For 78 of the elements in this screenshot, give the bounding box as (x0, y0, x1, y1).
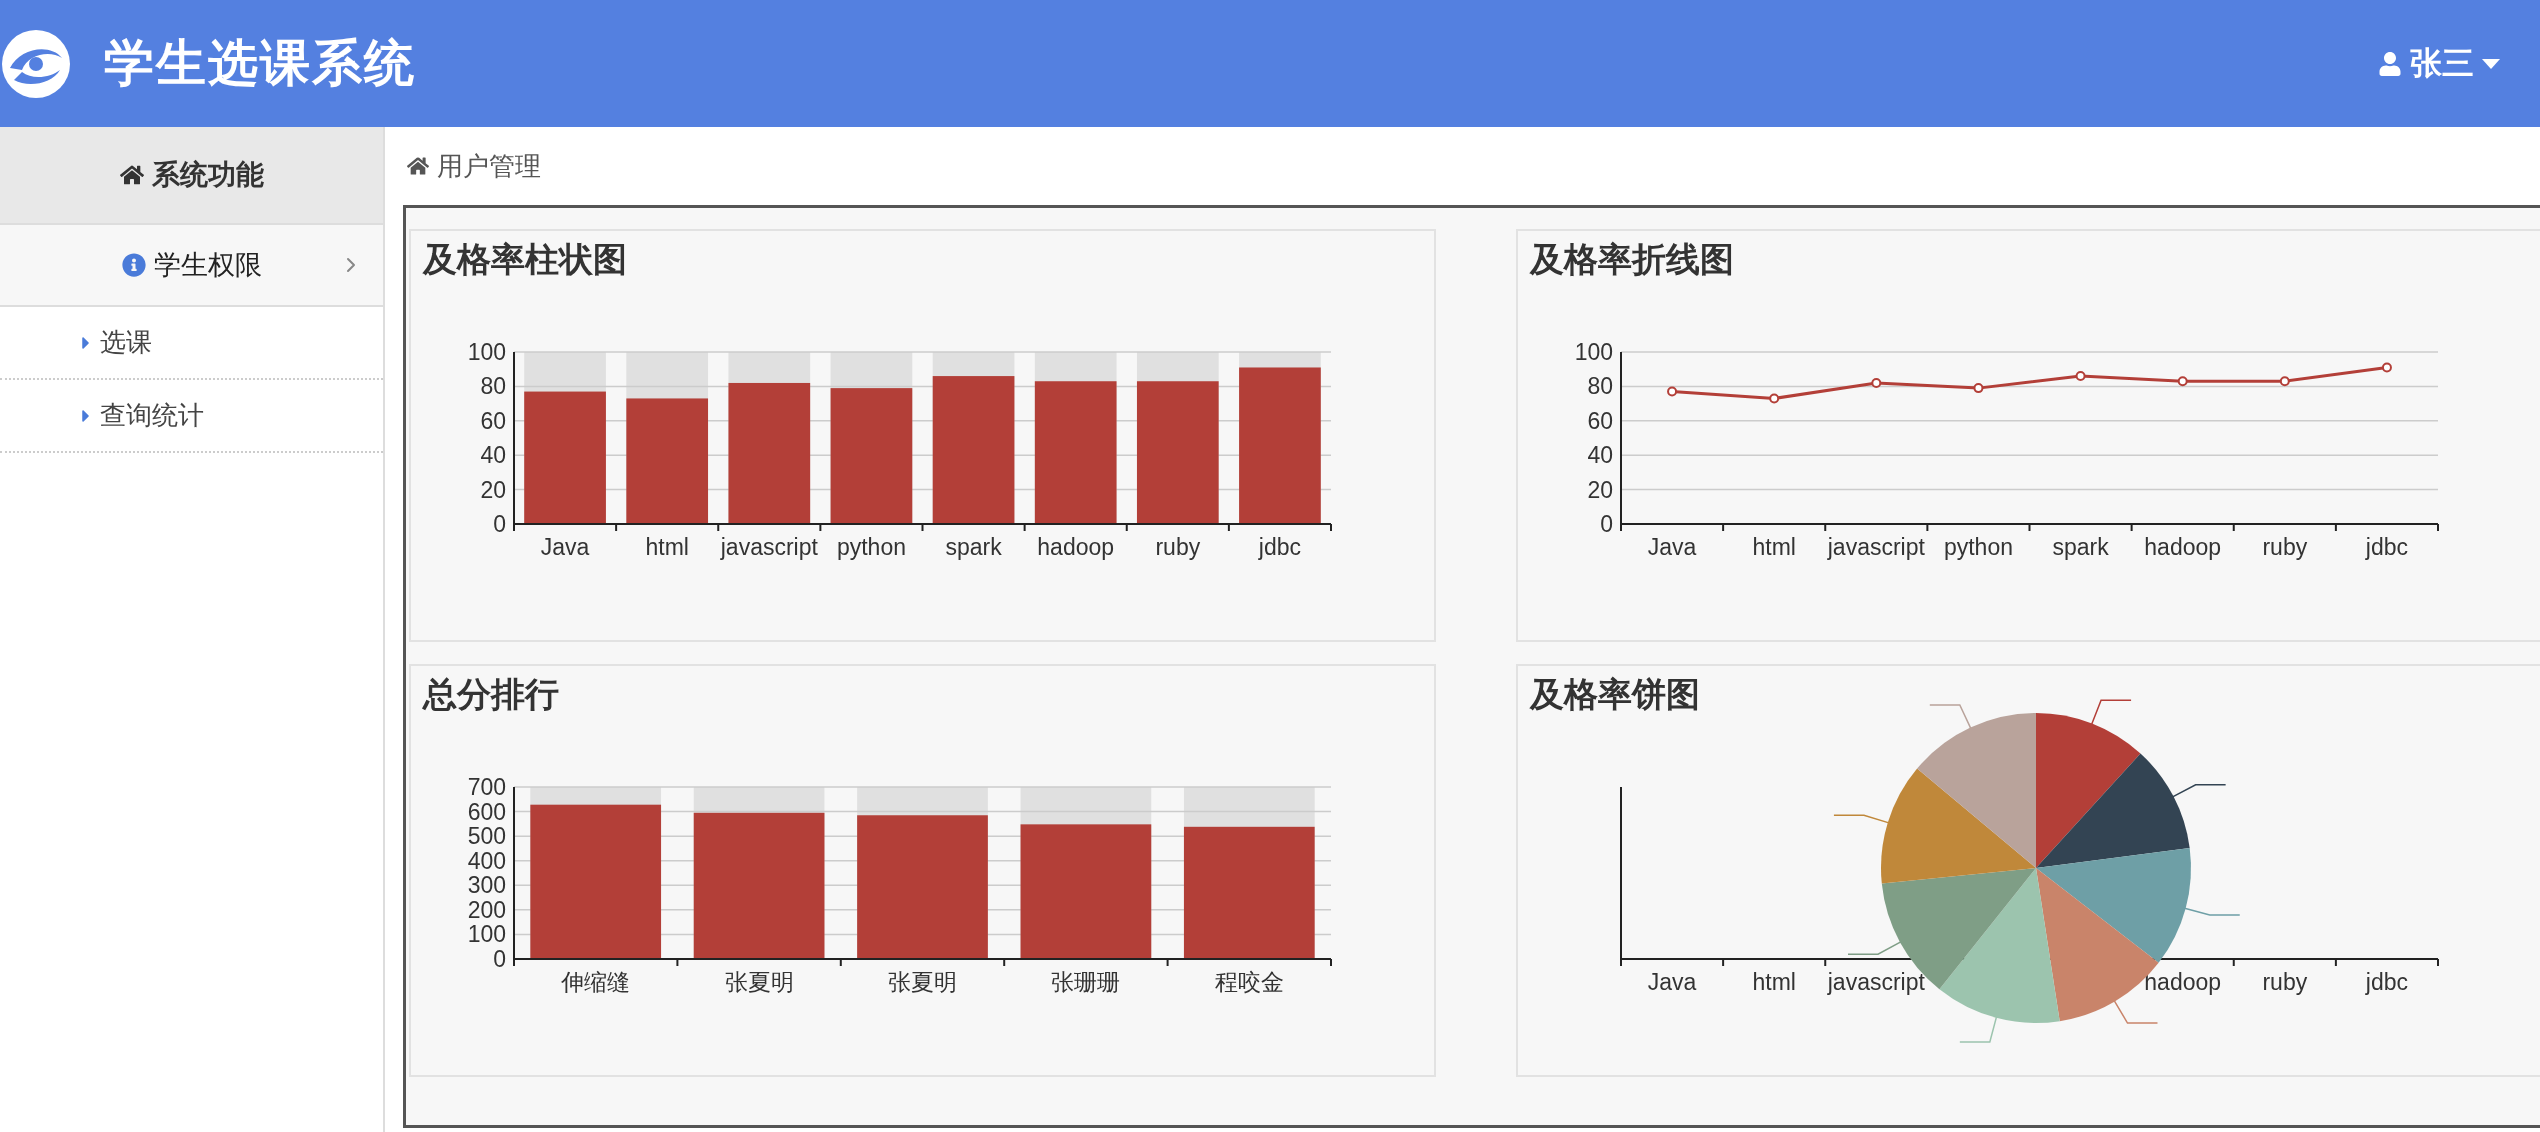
x-tick-label: hadoop (2144, 969, 2222, 995)
x-tick-label: hadoop (1037, 534, 1115, 560)
x-tick-label: 张夏明 (888, 969, 957, 995)
x-tick-label: javascript (720, 534, 818, 560)
x-tick-label: jdbc (2365, 969, 2409, 995)
leader-line (2170, 784, 2227, 799)
y-tick-label: 300 (467, 872, 506, 899)
y-tick-label: 0 (1600, 511, 1613, 537)
data-point (2381, 362, 2392, 373)
x-tick-label: html (645, 534, 689, 560)
data-point (1871, 377, 1882, 388)
y-tick-label: 40 (1587, 442, 1613, 469)
home-icon (119, 163, 144, 187)
x-tick-label: 张珊珊 (1051, 969, 1121, 995)
x-tick-label: 伸缩缝 (561, 969, 631, 995)
y-tick-label: 700 (467, 774, 506, 800)
x-tick-label: javascript (1827, 534, 1925, 560)
user-menu[interactable]: 张三 (2378, 41, 2500, 86)
x-tick-label: hadoop (2144, 534, 2222, 560)
leader-line (1959, 1015, 1998, 1043)
y-tick-label: 20 (480, 476, 506, 503)
caret-icon (2482, 58, 2500, 69)
y-tick-label: 60 (480, 407, 506, 434)
x-tick-label: Java (1647, 534, 1697, 560)
data-point (2279, 376, 2290, 387)
data-point (1973, 383, 1984, 394)
info-icon (121, 253, 146, 277)
sidebar-item[interactable]: 选课 (0, 307, 383, 380)
y-tick-label: 20 (1587, 476, 1613, 503)
data-point (1769, 393, 1780, 404)
leader-line (2113, 999, 2159, 1024)
x-tick-label: 张夏明 (724, 969, 794, 995)
y-tick-label: 500 (467, 823, 506, 850)
chart-title: 及格率柱状图 (421, 239, 627, 280)
sidebar-item[interactable]: 查询统计 (0, 380, 383, 453)
x-tick-label: python (836, 534, 906, 560)
data-point (1667, 386, 1678, 397)
y-tick-label: 60 (1587, 407, 1613, 434)
x-tick-label: jdbc (1258, 534, 1302, 560)
x-tick-label: python (1943, 534, 2013, 560)
data-point (2075, 371, 2086, 382)
y-tick-label: 0 (493, 511, 506, 537)
y-tick-label: 400 (467, 847, 506, 874)
x-tick-label: html (1752, 969, 1796, 995)
leader-line (1929, 704, 1972, 731)
sidebar-section[interactable]: 学生权限 (0, 225, 383, 307)
x-tick-label: 程咬金 (1214, 969, 1284, 995)
y-tick-label: 80 (1587, 373, 1613, 400)
y-tick-label: 100 (467, 339, 506, 365)
x-tick-label: html (1752, 534, 1796, 560)
x-tick-label: jdbc (2365, 534, 2409, 560)
breadcrumb: 用户管理 (437, 149, 541, 183)
x-tick-label: ruby (2262, 969, 2308, 995)
chart-title: 及格率饼图 (1528, 674, 1700, 715)
app-title: 学生选课系统 (104, 34, 416, 93)
y-tick-label: 200 (467, 896, 506, 923)
x-tick-label: ruby (1155, 534, 1201, 560)
y-tick-label: 600 (467, 798, 506, 825)
y-tick-label: 100 (1574, 339, 1613, 365)
chart-title: 及格率折线图 (1528, 239, 1734, 280)
x-tick-label: Java (1647, 969, 1697, 995)
x-tick-label: spark (945, 534, 1002, 560)
leader-line (1833, 814, 1891, 824)
x-tick-label: spark (2052, 534, 2109, 560)
leader-line (1847, 940, 1903, 955)
sidebar-title: 系统功能 (0, 127, 383, 225)
x-tick-label: ruby (2262, 534, 2308, 560)
y-tick-label: 100 (467, 921, 506, 948)
leader-line (2090, 699, 2132, 727)
user-icon (2378, 51, 2402, 76)
home-icon (407, 155, 429, 177)
chart-title: 总分排行 (421, 674, 559, 715)
y-tick-label: 40 (480, 442, 506, 469)
y-tick-label: 0 (493, 946, 506, 972)
x-tick-label: javascript (1827, 969, 1925, 995)
data-point (2177, 376, 2188, 387)
x-tick-label: Java (540, 534, 590, 560)
y-tick-label: 80 (480, 373, 506, 400)
